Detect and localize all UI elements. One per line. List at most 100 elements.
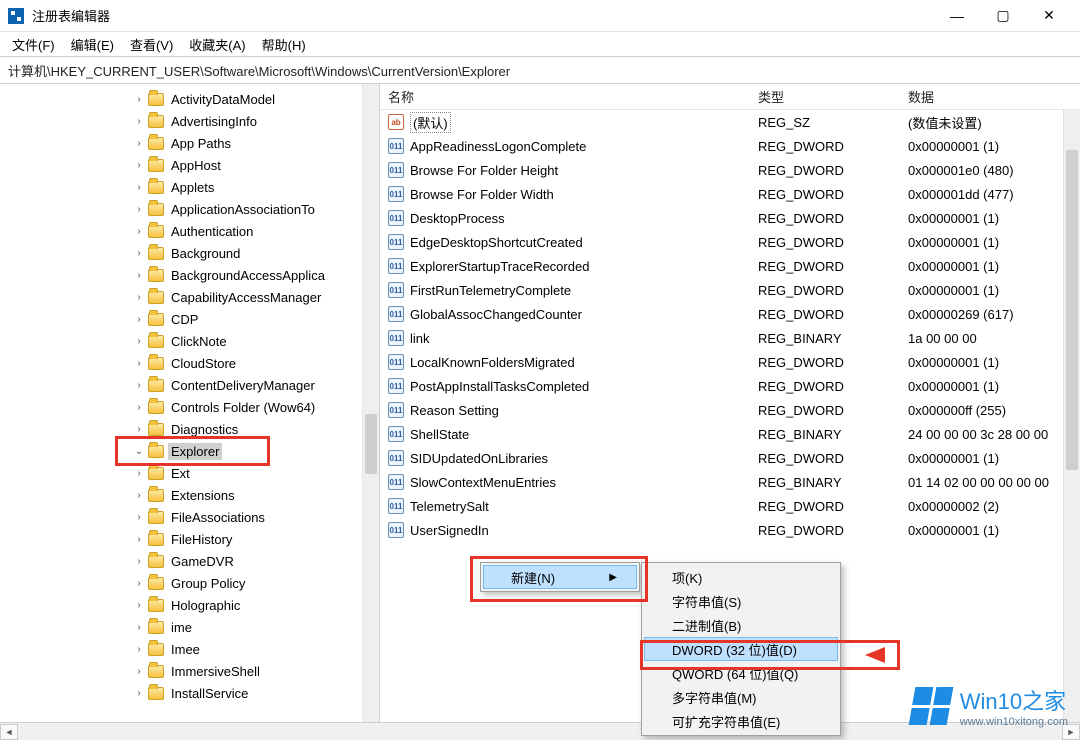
tree-item[interactable]: ›ActivityDataModel (0, 88, 379, 110)
tree-item[interactable]: ›FileHistory (0, 528, 379, 550)
tree-item[interactable]: ›GameDVR (0, 550, 379, 572)
col-type[interactable]: 类型 (750, 84, 900, 110)
value-row[interactable]: 011SlowContextMenuEntriesREG_BINARY01 14… (380, 470, 1080, 494)
expander-icon[interactable]: › (132, 532, 146, 546)
tree-item[interactable]: ›Ext (0, 462, 379, 484)
scrollbar-thumb[interactable] (365, 414, 377, 474)
maximize-button[interactable]: ▢ (980, 1, 1026, 31)
tree-item[interactable]: ›AppHost (0, 154, 379, 176)
value-row[interactable]: 011FirstRunTelemetryCompleteREG_DWORD0x0… (380, 278, 1080, 302)
expander-icon[interactable]: › (132, 554, 146, 568)
address-bar[interactable]: 计算机\HKEY_CURRENT_USER\Software\Microsoft… (0, 56, 1080, 84)
tree-item[interactable]: ›AdvertisingInfo (0, 110, 379, 132)
ctx-subitem[interactable]: 二进制值(B) (644, 613, 838, 637)
expander-icon[interactable]: › (132, 246, 146, 260)
minimize-button[interactable]: — (934, 1, 980, 31)
close-button[interactable]: ✕ (1026, 1, 1072, 31)
tree-item[interactable]: ›CapabilityAccessManager (0, 286, 379, 308)
value-row[interactable]: 011SIDUpdatedOnLibrariesREG_DWORD0x00000… (380, 446, 1080, 470)
value-row[interactable]: 011ExplorerStartupTraceRecordedREG_DWORD… (380, 254, 1080, 278)
tree-item[interactable]: ›CloudStore (0, 352, 379, 374)
scroll-left-icon[interactable]: ◄ (0, 724, 18, 740)
ctx-subitem[interactable]: QWORD (64 位)值(Q) (644, 661, 838, 685)
col-name[interactable]: 名称 (380, 84, 750, 110)
tree-item[interactable]: ›InstallService (0, 682, 379, 704)
menu-edit[interactable]: 编辑(E) (63, 33, 122, 56)
menu-file[interactable]: 文件(F) (4, 33, 63, 56)
scrollbar-thumb[interactable] (1066, 150, 1078, 470)
expander-icon[interactable]: › (132, 642, 146, 656)
tree-item[interactable]: ›ApplicationAssociationTo (0, 198, 379, 220)
value-row[interactable]: 011AppReadinessLogonCompleteREG_DWORD0x0… (380, 134, 1080, 158)
value-row[interactable]: 011GlobalAssocChangedCounterREG_DWORD0x0… (380, 302, 1080, 326)
tree-item[interactable]: ›Group Policy (0, 572, 379, 594)
tree-item[interactable]: ›ContentDeliveryManager (0, 374, 379, 396)
values-scrollbar[interactable] (1063, 110, 1080, 722)
expander-icon[interactable]: › (132, 158, 146, 172)
tree-item[interactable]: ›BackgroundAccessApplica (0, 264, 379, 286)
value-row[interactable]: ab(默认)REG_SZ(数值未设置) (380, 110, 1080, 134)
expander-icon[interactable]: › (132, 422, 146, 436)
value-row[interactable]: 011TelemetrySaltREG_DWORD0x00000002 (2) (380, 494, 1080, 518)
expander-icon[interactable]: › (132, 202, 146, 216)
tree-item[interactable]: ›Controls Folder (Wow64) (0, 396, 379, 418)
value-row[interactable]: 011ShellStateREG_BINARY24 00 00 00 3c 28… (380, 422, 1080, 446)
expander-icon[interactable]: › (132, 576, 146, 590)
value-row[interactable]: 011Browse For Folder HeightREG_DWORD0x00… (380, 158, 1080, 182)
ctx-subitem[interactable]: 字符串值(S) (644, 589, 838, 613)
ctx-subitem[interactable]: 可扩充字符串值(E) (644, 709, 838, 733)
expander-icon[interactable]: › (132, 378, 146, 392)
expander-icon[interactable]: › (132, 664, 146, 678)
tree-item[interactable]: ›Imee (0, 638, 379, 660)
expander-icon[interactable]: › (132, 290, 146, 304)
col-data[interactable]: 数据 (900, 84, 1080, 110)
value-row[interactable]: 011LocalKnownFoldersMigratedREG_DWORD0x0… (380, 350, 1080, 374)
value-row[interactable]: 011EdgeDesktopShortcutCreatedREG_DWORD0x… (380, 230, 1080, 254)
tree-item[interactable]: ›Authentication (0, 220, 379, 242)
expander-icon[interactable]: › (132, 400, 146, 414)
tree-item[interactable]: ›Applets (0, 176, 379, 198)
expander-icon[interactable]: › (132, 488, 146, 502)
expander-icon[interactable]: › (132, 510, 146, 524)
expander-icon[interactable]: › (132, 686, 146, 700)
value-row[interactable]: 011DesktopProcessREG_DWORD0x00000001 (1) (380, 206, 1080, 230)
expander-icon[interactable]: › (132, 620, 146, 634)
tree-item[interactable]: ⌄Explorer (0, 440, 379, 462)
tree-panel[interactable]: ›ActivityDataModel›AdvertisingInfo›App P… (0, 84, 380, 722)
value-row[interactable]: 011PostAppInstallTasksCompletedREG_DWORD… (380, 374, 1080, 398)
tree-item[interactable]: ›FileAssociations (0, 506, 379, 528)
expander-icon[interactable]: › (132, 598, 146, 612)
expander-icon[interactable]: ⌄ (132, 444, 146, 458)
expander-icon[interactable]: › (132, 356, 146, 370)
expander-icon[interactable]: › (132, 136, 146, 150)
expander-icon[interactable]: › (132, 268, 146, 282)
expander-icon[interactable]: › (132, 224, 146, 238)
ctx-subitem[interactable]: DWORD (32 位)值(D) (644, 637, 838, 661)
expander-icon[interactable]: › (132, 180, 146, 194)
tree-item[interactable]: ›ime (0, 616, 379, 638)
tree-item[interactable]: ›Diagnostics (0, 418, 379, 440)
value-row[interactable]: 011Browse For Folder WidthREG_DWORD0x000… (380, 182, 1080, 206)
expander-icon[interactable]: › (132, 466, 146, 480)
menu-fav[interactable]: 收藏夹(A) (181, 33, 253, 56)
ctx-new[interactable]: 新建(N) ▶ (483, 565, 637, 589)
tree-item[interactable]: ›Extensions (0, 484, 379, 506)
tree-item[interactable]: ›ImmersiveShell (0, 660, 379, 682)
tree-item[interactable]: ›ClickNote (0, 330, 379, 352)
menu-view[interactable]: 查看(V) (122, 33, 181, 56)
expander-icon[interactable]: › (132, 334, 146, 348)
value-row[interactable]: 011linkREG_BINARY1a 00 00 00 (380, 326, 1080, 350)
value-row[interactable]: 011UserSignedInREG_DWORD0x00000001 (1) (380, 518, 1080, 542)
expander-icon[interactable]: › (132, 92, 146, 106)
tree-item[interactable]: ›Holographic (0, 594, 379, 616)
menu-help[interactable]: 帮助(H) (254, 33, 314, 56)
expander-icon[interactable]: › (132, 312, 146, 326)
tree-item[interactable]: ›App Paths (0, 132, 379, 154)
ctx-subitem[interactable]: 多字符串值(M) (644, 685, 838, 709)
expander-icon[interactable]: › (132, 114, 146, 128)
ctx-subitem[interactable]: 项(K) (644, 565, 838, 589)
tree-scrollbar[interactable] (362, 84, 379, 722)
tree-item[interactable]: ›Background (0, 242, 379, 264)
tree-item[interactable]: ›CDP (0, 308, 379, 330)
value-row[interactable]: 011Reason SettingREG_DWORD0x000000ff (25… (380, 398, 1080, 422)
